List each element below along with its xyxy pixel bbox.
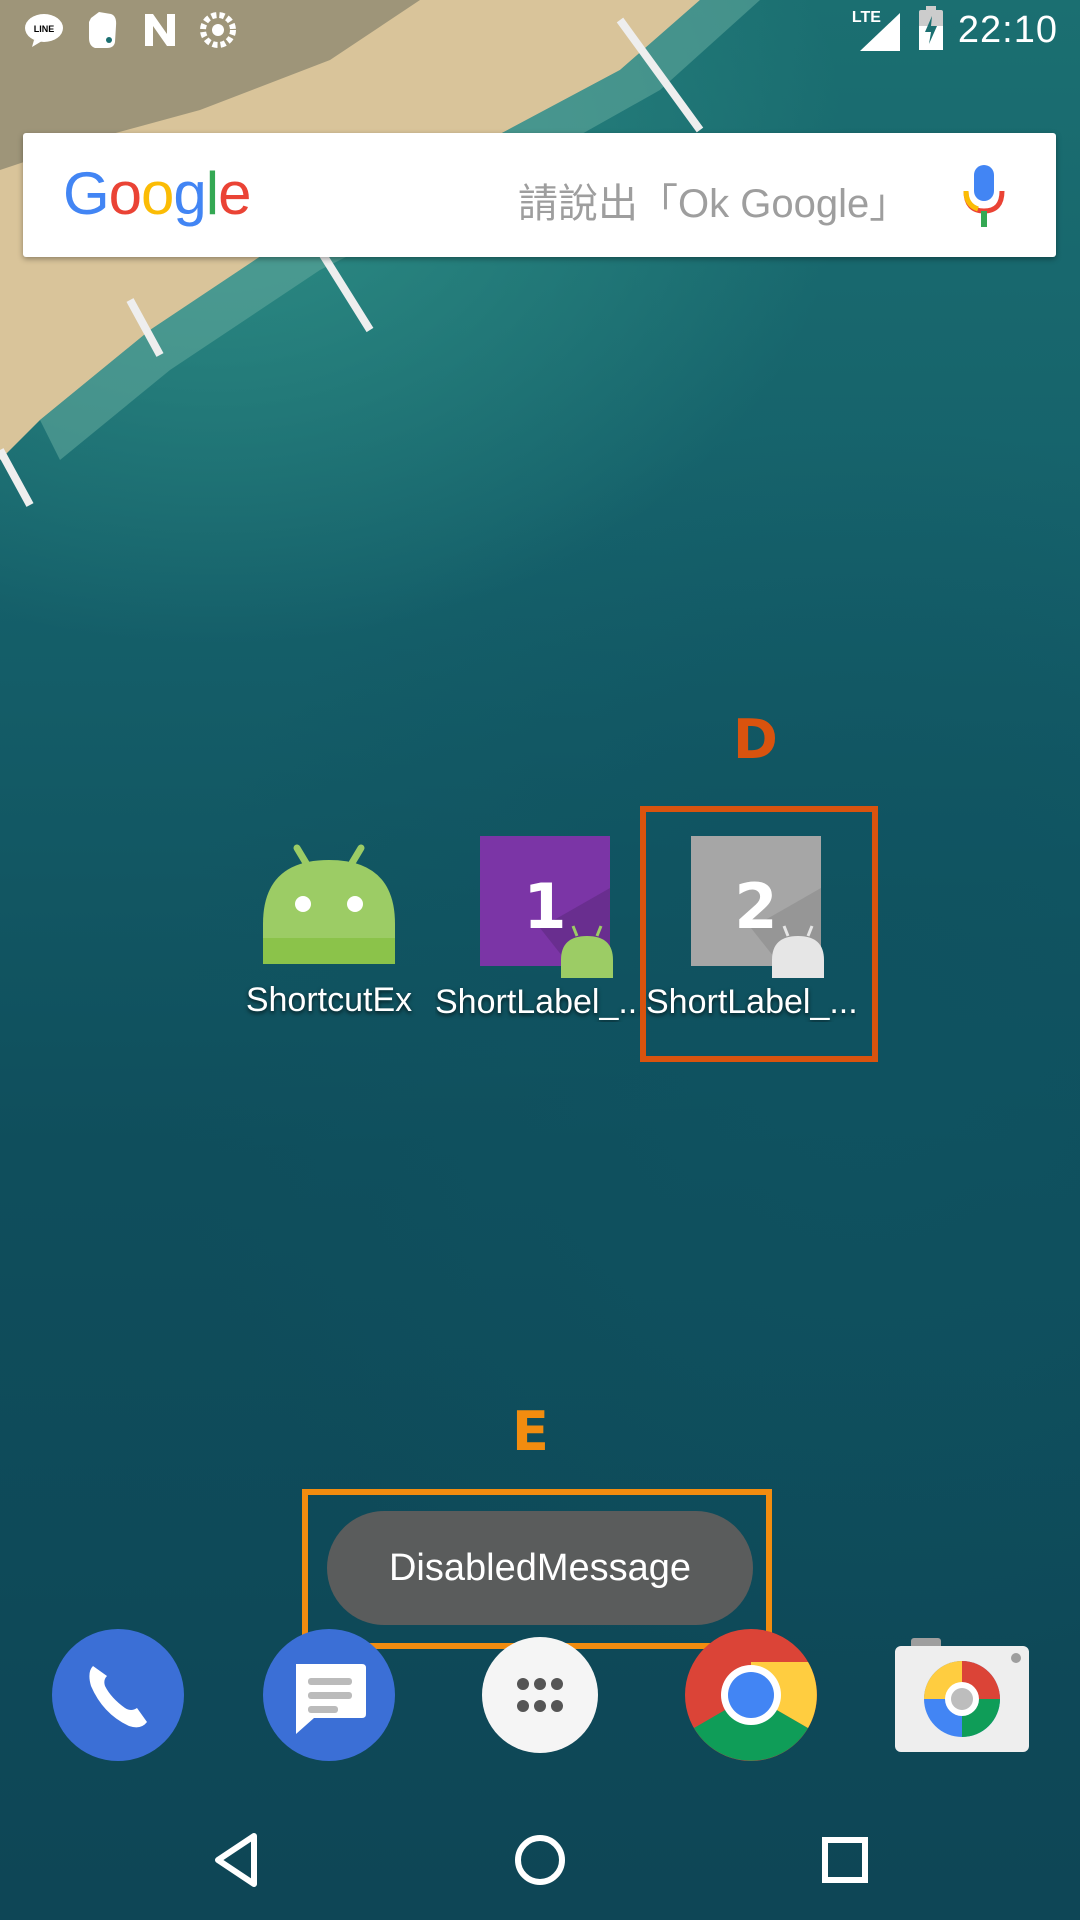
n-icon	[140, 10, 180, 50]
settings-gear-icon	[198, 10, 238, 50]
shortcut-1[interactable]: 1 ShortLabel_...	[435, 828, 645, 1022]
annotation-d-label: D	[733, 708, 778, 771]
chrome-icon[interactable]	[684, 1628, 818, 1762]
messages-icon[interactable]	[262, 1628, 396, 1762]
annotation-e-label: E	[512, 1400, 549, 1463]
shortcut-1-icon: 1	[480, 836, 613, 980]
app-label: ShortLabel_...	[435, 983, 645, 1021]
wallpaper-beach	[0, 0, 760, 507]
google-logo: Google	[63, 160, 252, 227]
app-shortcutex[interactable]: ShortcutEx	[224, 828, 434, 1020]
google-search-bar[interactable]: Google 請說出「Ok Google」	[23, 133, 1056, 257]
lte-signal-icon: LTE	[852, 9, 904, 53]
line-icon: LINE	[24, 10, 64, 50]
toast-message: DisabledMessage	[327, 1511, 753, 1625]
app-label: ShortcutEx	[245, 981, 413, 1019]
mic-icon[interactable]	[960, 161, 1008, 231]
shortcut-number: 1	[523, 870, 566, 943]
app-drawer-icon[interactable]	[473, 1628, 607, 1762]
annotation-d-box	[640, 806, 878, 1062]
phone-icon[interactable]	[51, 1628, 185, 1762]
battery-charging-icon	[918, 6, 944, 55]
search-hint: 請說出「Ok Google」	[518, 182, 910, 226]
svg-text:LINE: LINE	[34, 24, 55, 34]
back-button[interactable]	[206, 1830, 266, 1890]
clock: 22:10	[957, 9, 1058, 51]
evernote-icon	[82, 10, 122, 50]
android-icon	[263, 844, 395, 964]
recents-button[interactable]	[815, 1830, 875, 1890]
status-bar: LINE LTE 22:10	[0, 0, 1080, 62]
camera-icon[interactable]	[895, 1628, 1029, 1762]
home-button[interactable]	[510, 1830, 570, 1890]
